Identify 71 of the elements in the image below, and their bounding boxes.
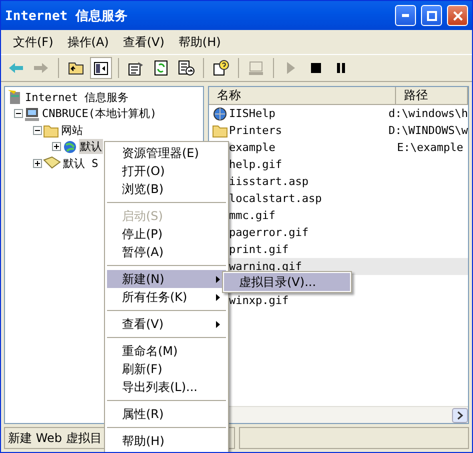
menu-item[interactable]: 文件(F): [7, 32, 60, 52]
folder-icon: [212, 123, 228, 138]
file-name: example: [229, 141, 276, 154]
menu-item[interactable]: 属性(R): [107, 405, 226, 423]
tree-item[interactable]: 默认: [79, 139, 103, 154]
menu-item[interactable]: 打开(O): [107, 162, 226, 180]
file-name: help.gif: [229, 158, 282, 171]
menu-item[interactable]: 操作(A): [61, 32, 115, 52]
file-name: print.gif: [229, 243, 289, 256]
file-name: localstart.asp: [229, 192, 322, 205]
menu-item[interactable]: 暂停(A): [107, 243, 226, 261]
scroll-right-icon[interactable]: [452, 408, 468, 422]
maximize-icon: [426, 10, 436, 20]
menu-item[interactable]: 重命名(M): [107, 342, 226, 360]
expander-icon[interactable]: [33, 126, 42, 135]
menu-item[interactable]: 浏览(B): [107, 180, 226, 198]
help-icon[interactable]: [213, 60, 229, 76]
expander-icon[interactable]: [52, 142, 61, 152]
file-name: Printers: [229, 124, 282, 137]
tree-item[interactable]: CNBRUCE(本地计算机): [41, 106, 158, 122]
menu-item[interactable]: 帮助(H): [107, 432, 226, 450]
file-path: E:\example: [396, 141, 464, 154]
computer-icon: [24, 106, 40, 122]
menu-item[interactable]: 所有任务(K): [107, 288, 226, 306]
globe-icon: [212, 106, 228, 122]
tree-item[interactable]: 网站: [60, 122, 84, 138]
list-row[interactable]: Printers D:\WINDOWS\w: [209, 122, 468, 139]
menu-item[interactable]: 导出列表(L)...: [107, 378, 226, 396]
file-name: IISHelp: [229, 107, 276, 120]
expander-icon[interactable]: [33, 158, 42, 168]
close-button[interactable]: [447, 5, 468, 26]
folder-icon: [43, 122, 59, 138]
panel-icon[interactable]: [94, 62, 108, 74]
menu-item[interactable]: 查看(V): [116, 32, 170, 52]
maximize-button[interactable]: [421, 5, 442, 26]
menu-item[interactable]: 新建(N): [107, 270, 226, 288]
file-name: mmc.gif: [229, 209, 276, 222]
up-folder-icon[interactable]: [68, 61, 84, 75]
menu-item[interactable]: 虚拟目录(V)...: [224, 273, 350, 291]
file-name: pagerror.gif: [229, 226, 308, 239]
minimize-button[interactable]: [395, 5, 416, 26]
menu-item[interactable]: 资源管理器(E): [107, 144, 226, 162]
close-icon: [452, 10, 462, 20]
list-row[interactable]: IISHelp d:\windows\h: [209, 105, 468, 122]
export-list-icon[interactable]: [178, 60, 194, 76]
submenu-arrow-icon: [216, 320, 220, 328]
pause-icon[interactable]: [337, 63, 345, 73]
column-header[interactable]: 名称: [209, 87, 396, 104]
file-name: warning.gif: [229, 260, 302, 273]
refresh-icon[interactable]: [154, 60, 168, 76]
tree-item[interactable]: 默认 S: [62, 156, 100, 171]
file-path: d:\windows\h: [388, 107, 468, 120]
file-name: winxp.gif: [229, 294, 289, 307]
menu-item[interactable]: 刷新(F): [107, 360, 226, 378]
file-name: iisstart.asp: [229, 175, 308, 188]
file-path: D:\WINDOWS\w: [388, 124, 468, 137]
menu-item[interactable]: 停止(P): [107, 225, 226, 243]
menu-item[interactable]: 查看(V): [107, 315, 226, 333]
envelope-icon: [43, 156, 61, 170]
menu-item[interactable]: 帮助(H): [172, 32, 227, 52]
server-icon: [7, 89, 23, 106]
expander-icon[interactable]: [14, 109, 23, 118]
window-title: Internet 信息服务: [5, 8, 128, 24]
column-header[interactable]: 路径: [396, 87, 468, 104]
globe-icon: [62, 138, 78, 155]
properties-icon[interactable]: [128, 60, 144, 76]
minimize-icon: [402, 14, 409, 17]
tree-item[interactable]: Internet 信息服务: [24, 90, 130, 105]
submenu-arrow-icon: [216, 276, 220, 282]
status-text: 新建 Web 虚拟目: [8, 430, 102, 446]
submenu-arrow-icon: [216, 294, 220, 300]
